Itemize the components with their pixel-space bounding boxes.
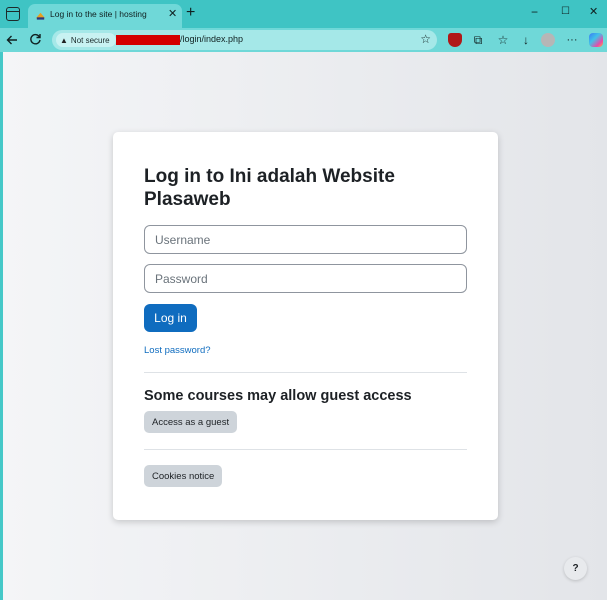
browser-titlebar: Log in to the site | hosting ✕ + − ☐ ✕: [0, 0, 607, 28]
lost-password-link[interactable]: Lost password?: [144, 345, 211, 356]
maximize-icon[interactable]: ☐: [561, 4, 570, 20]
divider: [144, 449, 467, 450]
tab-close-icon[interactable]: ✕: [168, 7, 177, 21]
new-tab-button[interactable]: +: [186, 4, 195, 22]
site-favicon: [35, 12, 46, 20]
refresh-icon[interactable]: [29, 33, 42, 46]
redacted-domain: [116, 35, 180, 45]
cookies-notice-button[interactable]: Cookies notice: [144, 465, 223, 487]
password-input[interactable]: [144, 264, 467, 293]
security-indicator[interactable]: ▲ Not secure: [56, 33, 116, 47]
login-card: Log in to Ini adalah Website Plasaweb Lo…: [113, 132, 498, 520]
star-icon[interactable]: ☆: [420, 32, 431, 46]
back-arrow-icon[interactable]: [6, 34, 18, 46]
active-tab[interactable]: Log in to the site | hosting ✕: [28, 4, 182, 28]
guest-access-button[interactable]: Access as a guest: [144, 411, 238, 433]
copilot-icon[interactable]: [589, 33, 603, 47]
url-path: /login/index.php: [180, 34, 244, 44]
username-input[interactable]: [144, 225, 467, 254]
login-button[interactable]: Log in: [144, 304, 197, 332]
security-label: Not secure: [70, 35, 110, 45]
login-heading: Log in to Ini adalah Website Plasaweb: [144, 166, 395, 210]
minimize-icon[interactable]: −: [531, 4, 538, 20]
ublock-icon[interactable]: [448, 33, 462, 47]
more-icon[interactable]: ···: [565, 33, 579, 47]
tab-title: Log in to the site | hosting: [50, 9, 147, 19]
profile-avatar[interactable]: [541, 33, 555, 47]
address-bar[interactable]: ▲ Not secure /login/index.php ☆: [52, 30, 437, 50]
window-close-icon[interactable]: ✕: [589, 4, 598, 20]
guest-access-heading: Some courses may allow guest access: [144, 388, 412, 404]
page-background: Log in to Ini adalah Website Plasaweb Lo…: [3, 52, 607, 600]
warning-icon: ▲: [60, 35, 68, 45]
browser-toolbar: ▲ Not secure /login/index.php ☆ ⧉ ☆ ↓ ··…: [0, 28, 607, 52]
download-icon[interactable]: ↓: [519, 33, 533, 47]
sidebar-toggle-icon[interactable]: [6, 7, 20, 21]
help-icon[interactable]: ?: [564, 557, 587, 580]
favorites-icon[interactable]: ☆: [496, 33, 510, 47]
puzzle-icon[interactable]: ⧉: [471, 33, 485, 47]
divider: [144, 372, 467, 373]
